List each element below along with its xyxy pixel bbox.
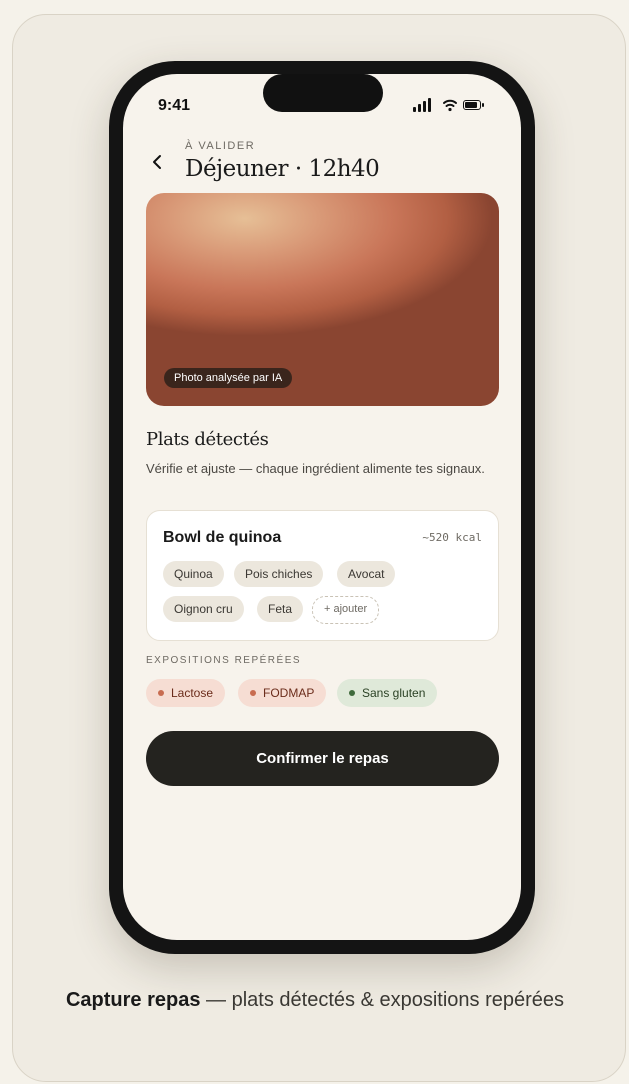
exposition-tag[interactable]: Sans gluten [337, 679, 438, 707]
status-dot [158, 690, 164, 696]
add-ingredient-button[interactable]: + ajouter [312, 596, 380, 624]
back-button[interactable] [151, 154, 163, 175]
ingredient-chip[interactable]: Feta [257, 596, 304, 622]
status-dot [349, 690, 355, 696]
expositions-label: EXPOSITIONS REPÉRÉES [146, 655, 302, 666]
status-icons [413, 98, 493, 112]
status-dot [250, 690, 256, 696]
exposition-tag[interactable]: Lactose [146, 679, 226, 707]
detected-title: Plats détectés [146, 429, 269, 450]
screen-caption: Capture repas — plats détectés & exposit… [65, 989, 565, 1011]
chevron-left-icon [153, 155, 161, 169]
ingredient-chip[interactable]: Avocat [337, 561, 396, 587]
page-title: Déjeuner · 12h40 [185, 156, 380, 182]
ingredient-chip[interactable]: Pois chiches [234, 561, 324, 587]
battery-icon [463, 100, 481, 110]
detected-subtitle: Vérifie et ajuste — chaque ingrédient al… [146, 461, 485, 476]
status-time: 9:41 [158, 97, 191, 114]
status-eyebrow: À VALIDER [185, 140, 256, 152]
meal-photo[interactable]: Photo analysée par IA [146, 193, 499, 406]
dynamic-island [263, 74, 383, 112]
phone-screen: 9:41 À VALIDER Déjeuner · 12h40 Photo an… [123, 74, 521, 940]
wifi-icon [443, 99, 457, 112]
exposition-tag[interactable]: FODMAP [238, 679, 327, 707]
dish-card[interactable]: Bowl de quinoa ~520 kcal Quinoa Pois chi… [146, 510, 499, 641]
ingredient-chip[interactable]: Oignon cru [163, 596, 244, 622]
dish-name: Bowl de quinoa [163, 529, 282, 546]
dish-kcal: ~520 kcal [422, 531, 482, 544]
ingredient-chip[interactable]: Quinoa [163, 561, 224, 587]
ai-badge: Photo analysée par IA [164, 368, 293, 388]
confirm-meal-button[interactable]: Confirmer le repas [146, 731, 499, 786]
